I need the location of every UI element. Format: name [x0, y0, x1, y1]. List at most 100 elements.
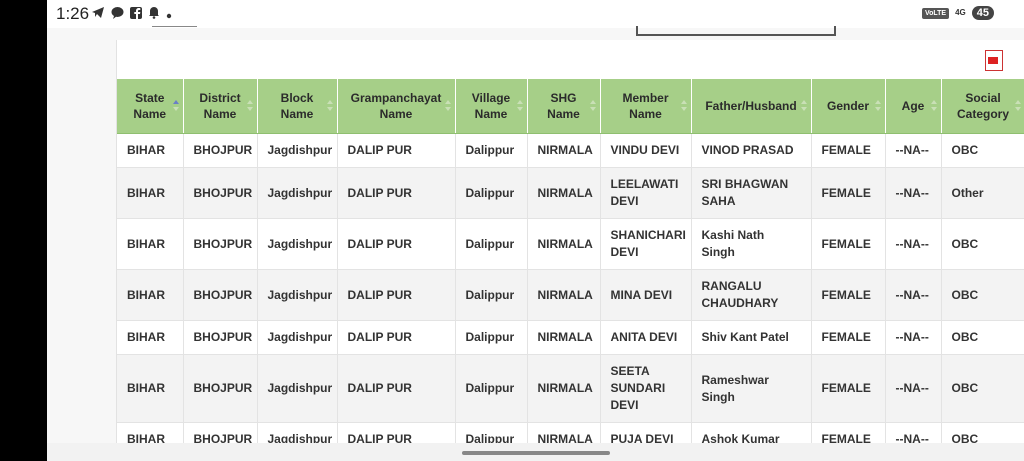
table-cell: Dalippur: [455, 133, 528, 168]
system-icons: VoLTE 4G 45: [921, 6, 994, 20]
table-cell: --NA--: [885, 269, 942, 321]
divider: [636, 26, 836, 36]
table-row: BIHAR BHOJPUR Jagdishpur DALIP PUR Dalip…: [117, 320, 1024, 355]
status-time: 1:26: [56, 4, 90, 23]
table-cell: BIHAR: [117, 133, 184, 168]
table-cell: FEMALE: [811, 133, 886, 168]
table-cell: Dalippur: [455, 218, 528, 270]
table-cell: NIRMALA: [527, 269, 601, 321]
table-cell: ANITA DEVI: [600, 320, 692, 355]
table-cell: Jagdishpur: [257, 133, 338, 168]
table-cell: BHOJPUR: [183, 218, 258, 270]
dot-icon: [166, 6, 172, 24]
battery-indicator: 45: [971, 6, 994, 20]
table-row: BIHAR BHOJPUR Jagdishpur DALIP PUR Dalip…: [117, 354, 1024, 423]
status-bar: 1:26 VoLTE 4G 45: [47, 0, 1024, 28]
table-cell: FEMALE: [811, 354, 886, 423]
facebook-icon: [130, 6, 142, 24]
table-cell: FEMALE: [811, 320, 886, 355]
table-cell: BIHAR: [117, 354, 184, 423]
table-cell: OBC: [941, 354, 1024, 423]
table-cell: DALIP PUR: [337, 354, 456, 423]
table-cell: --NA--: [885, 167, 942, 219]
table-cell: Dalippur: [455, 269, 528, 321]
table-cell: SHANICHARI DEVI: [600, 218, 692, 270]
column-header[interactable]: Gender: [811, 79, 886, 134]
table-cell: FEMALE: [811, 167, 886, 219]
chat-icon: [111, 6, 124, 24]
table-cell: OBC: [941, 133, 1024, 168]
table-cell: Kashi Nath Singh: [691, 218, 812, 270]
table-cell: BHOJPUR: [183, 354, 258, 423]
notification-icon: [148, 6, 160, 24]
table-cell: LEELAWATI DEVI: [600, 167, 692, 219]
pdf-icon[interactable]: [985, 50, 1003, 71]
column-header[interactable]: Father/Husband: [691, 79, 812, 134]
table-cell: BIHAR: [117, 218, 184, 270]
table-cell: DALIP PUR: [337, 133, 456, 168]
table-cell: --NA--: [885, 133, 942, 168]
table-cell: SRI BHAGWAN SAHA: [691, 167, 812, 219]
column-header[interactable]: Social Category: [941, 79, 1024, 134]
table-cell: --NA--: [885, 354, 942, 423]
column-header[interactable]: Block Name: [257, 79, 338, 134]
table-cell: Jagdishpur: [257, 354, 338, 423]
table-cell: VINDU DEVI: [600, 133, 692, 168]
table-cell: DALIP PUR: [337, 167, 456, 219]
table-cell: NIRMALA: [527, 320, 601, 355]
app-screen: 1:26 VoLTE 4G 45 State Name District Nam…: [47, 0, 1024, 461]
column-header[interactable]: Age: [885, 79, 942, 134]
table-cell: Jagdishpur: [257, 269, 338, 321]
table-cell: BHOJPUR: [183, 167, 258, 219]
table-row: BIHAR BHOJPUR Jagdishpur DALIP PUR Dalip…: [117, 133, 1024, 168]
telegram-icon: [91, 6, 105, 24]
members-table: State Name District Name Block Name Gram…: [117, 79, 1024, 457]
column-header[interactable]: Grampanchayat Name: [337, 79, 456, 134]
column-header[interactable]: SHG Name: [527, 79, 601, 134]
table-cell: SEETA SUNDARI DEVI: [600, 354, 692, 423]
table-cell: OBC: [941, 218, 1024, 270]
navigation-bar: [47, 443, 1024, 461]
column-header[interactable]: State Name: [117, 79, 184, 134]
table-cell: NIRMALA: [527, 133, 601, 168]
table-cell: VINOD PRASAD: [691, 133, 812, 168]
table-cell: FEMALE: [811, 269, 886, 321]
notification-icons: [91, 6, 172, 24]
table-cell: Dalippur: [455, 354, 528, 423]
column-header[interactable]: Member Name: [600, 79, 692, 134]
divider: [152, 26, 197, 27]
table-cell: FEMALE: [811, 218, 886, 270]
table-cell: NIRMALA: [527, 167, 601, 219]
column-header[interactable]: District Name: [183, 79, 258, 134]
table-cell: MINA DEVI: [600, 269, 692, 321]
table-cell: BHOJPUR: [183, 133, 258, 168]
table-cell: BIHAR: [117, 269, 184, 321]
table-cell: Other: [941, 167, 1024, 219]
table-row: BIHAR BHOJPUR Jagdishpur DALIP PUR Dalip…: [117, 269, 1024, 321]
report-panel: State Name District Name Block Name Gram…: [116, 40, 1024, 460]
table-cell: OBC: [941, 320, 1024, 355]
column-header[interactable]: Village Name: [455, 79, 528, 134]
table-cell: Jagdishpur: [257, 320, 338, 355]
gesture-handle[interactable]: [462, 451, 610, 455]
table-cell: --NA--: [885, 320, 942, 355]
table-row: BIHAR BHOJPUR Jagdishpur DALIP PUR Dalip…: [117, 167, 1024, 219]
table-cell: Shiv Kant Patel: [691, 320, 812, 355]
volte-badge: VoLTE: [921, 7, 950, 19]
table-cell: Jagdishpur: [257, 218, 338, 270]
table-cell: NIRMALA: [527, 354, 601, 423]
table-cell: DALIP PUR: [337, 320, 456, 355]
table-cell: RANGALU CHAUDHARY: [691, 269, 812, 321]
table-cell: BIHAR: [117, 320, 184, 355]
table-row: BIHAR BHOJPUR Jagdishpur DALIP PUR Dalip…: [117, 218, 1024, 270]
table-cell: Rameshwar Singh: [691, 354, 812, 423]
network-indicator: 4G: [955, 8, 966, 17]
table-cell: Jagdishpur: [257, 167, 338, 219]
table-cell: DALIP PUR: [337, 218, 456, 270]
table-cell: OBC: [941, 269, 1024, 321]
table-cell: Dalippur: [455, 320, 528, 355]
table-cell: BHOJPUR: [183, 269, 258, 321]
table-cell: Dalippur: [455, 167, 528, 219]
table-cell: --NA--: [885, 218, 942, 270]
table-cell: BIHAR: [117, 167, 184, 219]
